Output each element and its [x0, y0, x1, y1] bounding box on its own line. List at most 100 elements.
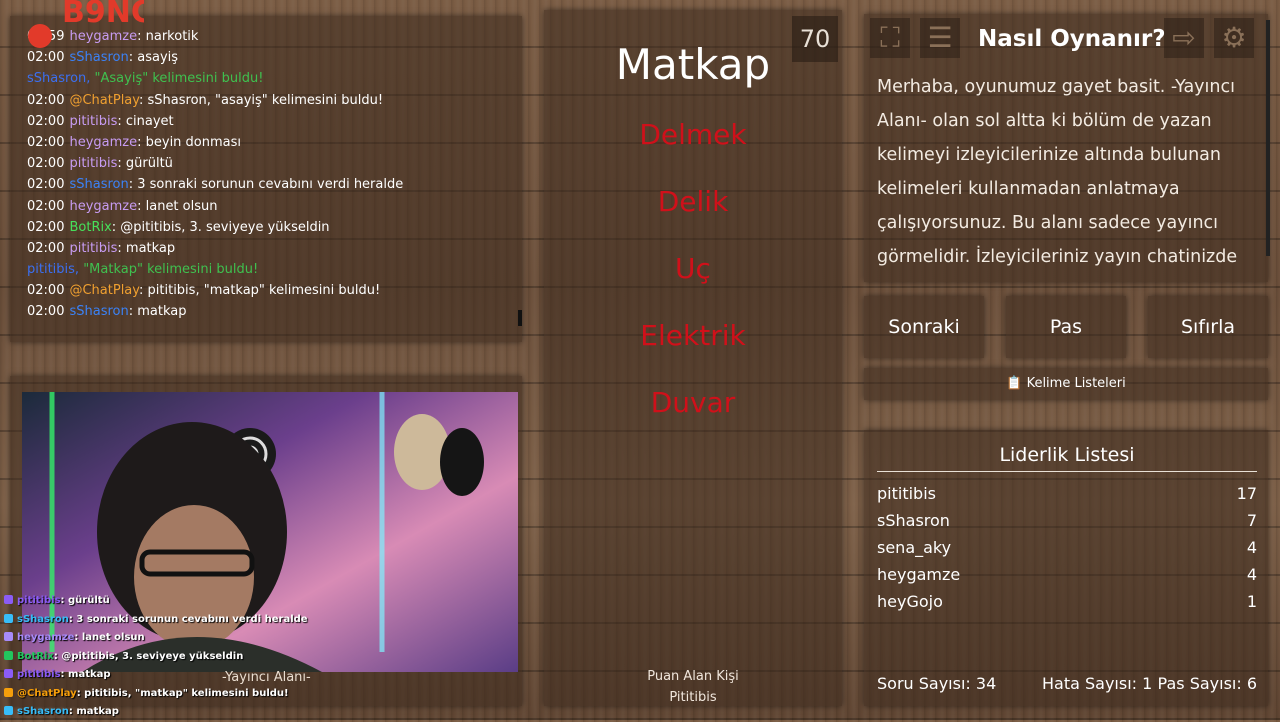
reset-button[interactable]: Sıfırla	[1148, 296, 1268, 358]
player-name: sena_aky	[877, 538, 952, 557]
badge-icon	[4, 650, 13, 660]
overlay-username: BotRix	[17, 650, 54, 662]
clipboard-icon: 📋	[1006, 376, 1023, 391]
pass-button[interactable]: Pas	[1006, 296, 1126, 358]
badge-icon	[4, 706, 13, 715]
chat-timestamp: 02:00	[27, 304, 65, 320]
how-to-play-title: Nasıl Oynanır?	[978, 26, 1166, 52]
chat-timestamp: 02:00	[27, 219, 65, 235]
chat-message: 02:00 BotRix: @pititibis, 3. seviyeye yük…	[10, 217, 522, 238]
chat-text: : asayiş	[128, 50, 179, 66]
player-name: heyGojo	[877, 592, 943, 611]
chat-username[interactable]: @ChatPlay	[69, 93, 139, 108]
chat-timestamp: 02:00	[27, 177, 65, 193]
leaderboard-row: heyGojo 1	[877, 588, 1257, 615]
chat-text: : sShasron, "asayiş" kelimesini buldu!	[139, 92, 384, 108]
badge-icon	[4, 595, 13, 604]
overlay-username: sShasron	[17, 613, 69, 625]
chat-text: "Matkap" kelimesini buldu!	[83, 262, 259, 278]
chat-username[interactable]: pititibis	[69, 156, 117, 171]
system-message: pititibis, "Matkap" kelimesini buldu!	[27, 262, 258, 277]
chat-text: : matkap	[128, 304, 187, 320]
player-name: sShasron	[877, 511, 950, 530]
chat-message: 02:00 @ChatPlay: sShasron, "asayiş" kelim…	[10, 90, 522, 111]
chat-message: sShasron, "Asayiş" kelimesini buldu!	[10, 68, 522, 89]
chat-message: 02:00 @ChatPlay: pititibis, "matkap" keli…	[10, 280, 522, 301]
leaderboard-title: Liderlik Listesi	[999, 444, 1135, 466]
scorer-info: Puan Alan Kişi Pititibis	[544, 666, 842, 708]
chat-timestamp: 02:00	[27, 134, 65, 150]
badge-icon	[4, 687, 13, 697]
chat-text: : @pititibis, 3. seviyeye yükseldin	[111, 219, 330, 235]
player-name: pititibis	[877, 484, 936, 503]
chat-timestamp: 02:00	[27, 50, 65, 66]
overlay-text: : lanet olsun	[74, 632, 145, 643]
chat-timestamp: 02:00	[27, 156, 65, 172]
chat-username[interactable]: @ChatPlay	[69, 283, 139, 298]
word-lists-button[interactable]: 📋 Kelime Listeleri	[864, 368, 1268, 400]
chat-message: 02:00 pititibis: cinayet	[10, 111, 522, 132]
scorer-name: Pititibis	[669, 690, 717, 705]
badge-icon	[4, 613, 13, 623]
player-score: 4	[1246, 538, 1257, 557]
document-icon[interactable]: ☰	[920, 18, 960, 58]
word-lists-label: Kelime Listeleri	[1026, 376, 1126, 391]
chat-message: 02:00 sShasron: matkap	[10, 301, 522, 322]
overlay-username: sShasron	[17, 706, 69, 717]
channel-logo: B9NC	[14, 0, 153, 50]
forbidden-word: Elektrik	[640, 319, 746, 352]
chat-text: : matkap	[117, 240, 176, 256]
chat-username[interactable]: sShasron	[69, 304, 128, 319]
chat-text: "Asayiş" kelimesini buldu!	[94, 71, 264, 87]
chat-timestamp: 02:00	[27, 240, 65, 256]
player-score: 7	[1246, 511, 1257, 530]
overlay-text: : @pititibis, 3. seviyeye yükseldin	[53, 650, 244, 662]
overlay-text: : matkap	[68, 706, 119, 717]
chat-username[interactable]: pititibis	[69, 114, 117, 129]
chat-username[interactable]: heygamze	[69, 199, 137, 214]
chat-username[interactable]: sShasron	[69, 177, 128, 192]
exit-icon[interactable]: ⇨	[1164, 18, 1204, 58]
overlay-username: pititibis	[17, 595, 61, 606]
overlay-username: @ChatPlay	[17, 687, 77, 699]
overlay-username: pititibis	[17, 669, 61, 680]
chat-scrollbar[interactable]	[518, 310, 522, 326]
chat-text: : pititibis, "matkap" kelimesini buldu!	[139, 283, 381, 299]
divider	[877, 471, 1257, 472]
chat-timestamp: 02:00	[27, 113, 65, 129]
next-button[interactable]: Sonraki	[864, 296, 984, 358]
chat-message: 02:00 heygamze: lanet olsun	[10, 196, 522, 217]
overlay-username: heygamze	[17, 632, 75, 643]
chat-text: : beyin donması	[137, 134, 242, 150]
chat-message: 02:00 pititibis: gürültü	[10, 153, 522, 174]
overlay-chat-message: sShasron: 3 sonraki sorunun cevabını ver…	[0, 611, 308, 630]
chat-timestamp: 02:00	[27, 198, 65, 214]
fullscreen-icon[interactable]: ⛶	[870, 18, 910, 58]
how-to-play-text: Merhaba, oyunumuz gayet basit. -Yayıncı …	[877, 77, 1238, 282]
forbidden-word: Uç	[675, 252, 711, 285]
help-scrollbar[interactable]	[1266, 20, 1270, 256]
player-name: heygamze	[877, 565, 961, 584]
chat-username[interactable]: sShasron	[69, 50, 128, 65]
chat-username[interactable]: BotRix	[69, 220, 111, 235]
chat-text: : gürültü	[117, 156, 173, 172]
svg-text:B9NC: B9NC	[62, 0, 144, 30]
overlay-text: : gürültü	[60, 595, 110, 606]
chat-message: 02:00 sShasron: 3 sonraki sorunun cevabın…	[10, 174, 522, 195]
chat-text: : cinayet	[117, 113, 174, 129]
overlay-chat-message: @ChatPlay: pititibis, "matkap" kelimesin…	[0, 685, 300, 704]
error-count: Hata Sayısı: 1	[1042, 674, 1153, 693]
player-score: 17	[1236, 484, 1257, 503]
word-card: Matkap Delmek Delik Uç Elektrik Duvar Pu…	[544, 10, 842, 706]
overlay-chat-message: pititibis: matkap	[0, 666, 300, 685]
player-score: 4	[1246, 565, 1257, 584]
chat-text: : lanet olsun	[137, 198, 218, 214]
forbidden-word: Delik	[657, 185, 729, 218]
chat-text: : narkotik	[137, 29, 199, 44]
gear-icon[interactable]: ⚙	[1214, 18, 1254, 58]
chat-username[interactable]: pititibis	[69, 241, 117, 256]
chat-timestamp: 02:00	[27, 92, 65, 108]
chat-username[interactable]: heygamze	[69, 135, 137, 150]
chat-log: 01:59heygamze: narkotik02:00sShasron: as…	[10, 26, 522, 323]
leaderboard-row: pititibis 17	[877, 480, 1257, 507]
